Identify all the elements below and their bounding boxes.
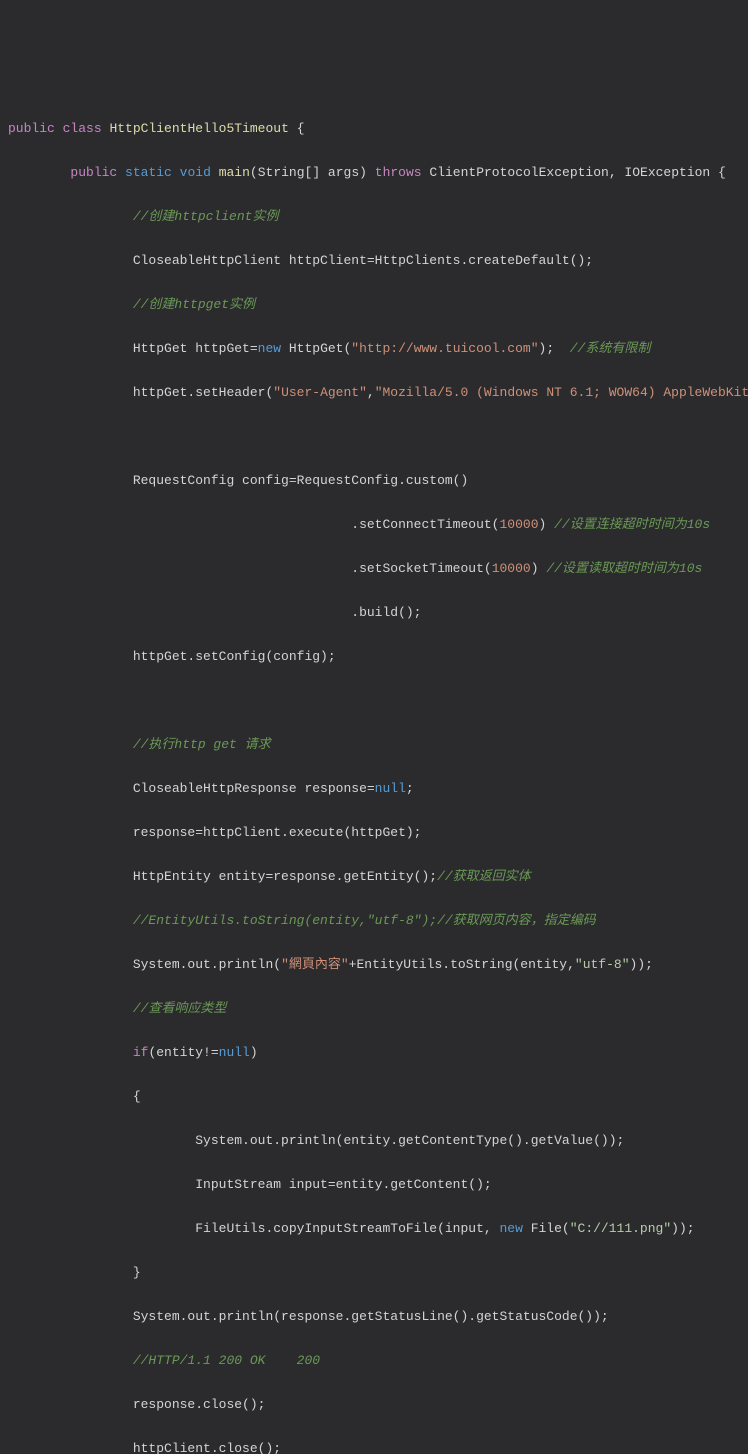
code-line: } bbox=[0, 1262, 748, 1284]
code-line: System.out.println(response.getStatusLin… bbox=[0, 1306, 748, 1328]
code-line: public class HttpClientHello5Timeout { bbox=[0, 118, 748, 140]
code-text: ; bbox=[406, 781, 414, 796]
statement: httpGet.setConfig(config); bbox=[133, 649, 336, 664]
code-line: { bbox=[0, 1086, 748, 1108]
code-line: CloseableHttpClient httpClient=HttpClien… bbox=[0, 250, 748, 272]
comment: //查看响应类型 bbox=[133, 1001, 227, 1016]
statement: System.out.println(response.getStatusLin… bbox=[133, 1309, 609, 1324]
keyword-new: new bbox=[258, 341, 281, 356]
statement: System.out.println(entity.getContentType… bbox=[133, 1133, 624, 1148]
code-text: )); bbox=[630, 957, 653, 972]
code-line: CloseableHttpResponse response=null; bbox=[0, 778, 748, 800]
code-text: HttpGet httpGet= bbox=[133, 341, 258, 356]
code-text: (entity!= bbox=[148, 1045, 218, 1060]
statement: InputStream input=entity.getContent(); bbox=[133, 1177, 492, 1192]
statement: response=httpClient.execute(httpGet); bbox=[133, 825, 422, 840]
code-line: //创建httpget实例 bbox=[0, 294, 748, 316]
keyword-new: new bbox=[500, 1221, 523, 1236]
code-line: //查看响应类型 bbox=[0, 998, 748, 1020]
brace: } bbox=[133, 1265, 141, 1280]
comment: //获取返回实体 bbox=[437, 869, 531, 884]
keyword-static: static bbox=[125, 165, 172, 180]
comment: //系统有限制 bbox=[570, 341, 651, 356]
keyword-class: class bbox=[63, 121, 102, 136]
code-line: HttpEntity entity=response.getEntity();/… bbox=[0, 866, 748, 888]
code-line: httpClient.close(); bbox=[0, 1438, 748, 1454]
code-line: response.close(); bbox=[0, 1394, 748, 1416]
code-text: ); bbox=[539, 341, 570, 356]
keyword-void: void bbox=[180, 165, 211, 180]
code-line: //HTTP/1.1 200 OK 200 bbox=[0, 1350, 748, 1372]
code-text: +EntityUtils.toString(entity, bbox=[349, 957, 575, 972]
comment: //HTTP/1.1 200 OK 200 bbox=[133, 1353, 320, 1368]
code-line: InputStream input=entity.getContent(); bbox=[0, 1174, 748, 1196]
code-line: RequestConfig config=RequestConfig.custo… bbox=[0, 470, 748, 492]
code-text: , bbox=[367, 385, 375, 400]
keyword-null: null bbox=[375, 781, 406, 796]
code-line bbox=[0, 426, 748, 448]
code-line: System.out.println("網頁內容"+EntityUtils.to… bbox=[0, 954, 748, 976]
code-text: .setSocketTimeout( bbox=[133, 561, 492, 576]
code-line bbox=[0, 690, 748, 712]
comment: //设置连接超时时间为10s bbox=[554, 517, 710, 532]
code-text: .setConnectTimeout( bbox=[133, 517, 500, 532]
code-text: System.out.println( bbox=[133, 957, 281, 972]
code-line: //创建httpclient实例 bbox=[0, 206, 748, 228]
code-line: httpGet.setConfig(config); bbox=[0, 646, 748, 668]
brace: { bbox=[297, 121, 305, 136]
code-text: httpGet.setHeader( bbox=[133, 385, 273, 400]
comment: //设置读取超时时间为10s bbox=[546, 561, 702, 576]
comment: //EntityUtils.toString(entity,"utf-8");/… bbox=[133, 913, 596, 928]
statement: CloseableHttpClient httpClient=HttpClien… bbox=[133, 253, 593, 268]
statement: .build(); bbox=[133, 605, 422, 620]
code-line: //EntityUtils.toString(entity,"utf-8");/… bbox=[0, 910, 748, 932]
statement: response.close(); bbox=[133, 1397, 266, 1412]
string-literal: "C://111.png" bbox=[570, 1221, 671, 1236]
code-text: HttpEntity entity=response.getEntity(); bbox=[133, 869, 437, 884]
code-line: .build(); bbox=[0, 602, 748, 624]
brace: { bbox=[133, 1089, 141, 1104]
code-line: if(entity!=null) bbox=[0, 1042, 748, 1064]
code-line: System.out.println(entity.getContentType… bbox=[0, 1130, 748, 1152]
code-line: response=httpClient.execute(httpGet); bbox=[0, 822, 748, 844]
string-literal: "User-Agent" bbox=[273, 385, 367, 400]
code-text: )); bbox=[671, 1221, 694, 1236]
code-text: ) bbox=[531, 561, 547, 576]
code-line: //执行http get 请求 bbox=[0, 734, 748, 756]
args: (String[] args) bbox=[250, 165, 367, 180]
comment: //创建httpget实例 bbox=[133, 297, 255, 312]
keyword-public: public bbox=[8, 121, 55, 136]
code-line: httpGet.setHeader("User-Agent","Mozilla/… bbox=[0, 382, 748, 404]
string-literal: "網頁內容" bbox=[281, 957, 349, 972]
code-text: FileUtils.copyInputStreamToFile(input, bbox=[133, 1221, 500, 1236]
keyword-null: null bbox=[219, 1045, 250, 1060]
code-text: ) bbox=[250, 1045, 258, 1060]
code-line: FileUtils.copyInputStreamToFile(input, n… bbox=[0, 1218, 748, 1240]
keyword-throws: throws bbox=[375, 165, 422, 180]
code-text: HttpGet( bbox=[281, 341, 351, 356]
code-line: public static void main(String[] args) t… bbox=[0, 162, 748, 184]
exceptions: ClientProtocolException, IOException { bbox=[429, 165, 725, 180]
code-text: CloseableHttpResponse response= bbox=[133, 781, 375, 796]
statement: RequestConfig config=RequestConfig.custo… bbox=[133, 473, 468, 488]
code-block: public class HttpClientHello5Timeout { p… bbox=[0, 96, 748, 1454]
string-literal: "Mozilla/5.0 (Windows NT 6.1; WOW64) App… bbox=[375, 385, 748, 400]
statement: httpClient.close(); bbox=[133, 1441, 281, 1454]
keyword-if: if bbox=[133, 1045, 149, 1060]
code-line: .setConnectTimeout(10000) //设置连接超时时间为10s bbox=[0, 514, 748, 536]
string-literal: "http://www.tuicool.com" bbox=[351, 341, 538, 356]
string-literal: "utf-8" bbox=[575, 957, 630, 972]
class-name: HttpClientHello5Timeout bbox=[109, 121, 288, 136]
code-text: File( bbox=[523, 1221, 570, 1236]
code-line: HttpGet httpGet=new HttpGet("http://www.… bbox=[0, 338, 748, 360]
comment: //执行http get 请求 bbox=[133, 737, 271, 752]
comment: //创建httpclient实例 bbox=[133, 209, 279, 224]
code-line: .setSocketTimeout(10000) //设置读取超时时间为10s bbox=[0, 558, 748, 580]
number-literal: 10000 bbox=[492, 561, 531, 576]
number-literal: 10000 bbox=[500, 517, 539, 532]
keyword-public: public bbox=[70, 165, 117, 180]
method-main: main bbox=[219, 165, 250, 180]
code-text: ) bbox=[539, 517, 555, 532]
